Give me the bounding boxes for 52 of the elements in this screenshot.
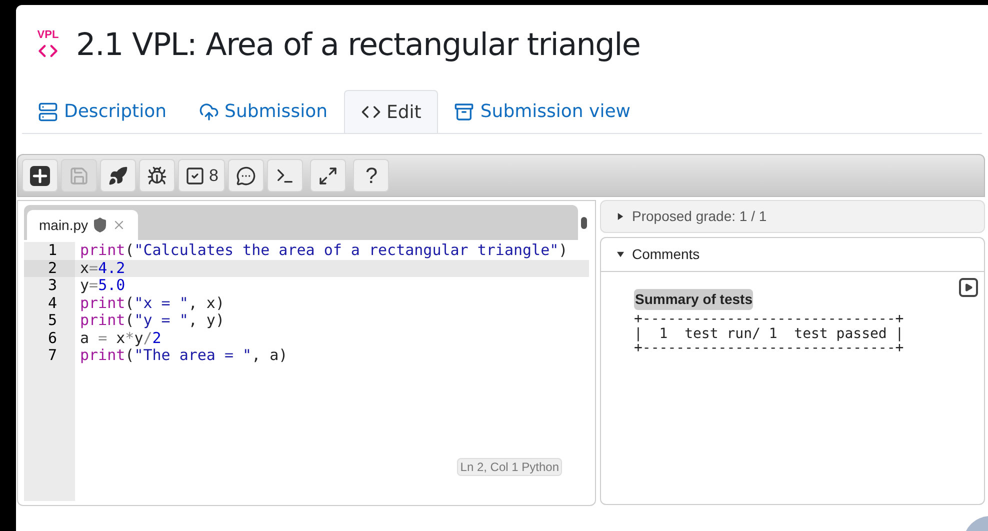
bug-icon (147, 166, 167, 186)
caret-icon (617, 213, 624, 220)
summary-line: +------------------------------+ (634, 341, 905, 356)
code-line: 7 print("The area = ", a) (24, 347, 589, 364)
console-button[interactable] (267, 159, 304, 192)
line-number: 3 (46, 277, 58, 294)
file-name: main.py (39, 216, 88, 235)
archive-icon (454, 102, 474, 122)
summary-line: | 1 test run/ 1 test passed | (634, 326, 905, 341)
list-icon (38, 102, 58, 122)
evaluate-button[interactable]: 8 (178, 159, 226, 192)
fullscreen-button[interactable] (310, 159, 346, 192)
code-line: 5 print("y = ", y) (24, 312, 589, 330)
tab[interactable]: Description (22, 90, 183, 133)
run-button[interactable] (100, 159, 136, 192)
code-line: 3 y=5.0 (24, 277, 589, 294)
speech-bubble-icon (236, 166, 256, 186)
grade-panel[interactable]: Proposed grade: 1 / 1 (600, 200, 985, 233)
expand-icon (318, 166, 338, 186)
grade-label: Proposed grade: 1 / 1 (632, 207, 767, 226)
code-line: 6 a = x*y/2 (24, 330, 589, 347)
rocket-icon (108, 166, 128, 186)
logo-text: VPL (37, 30, 59, 40)
code-line: 4 print("x = ", x) (24, 294, 589, 312)
tab[interactable]: Edit (344, 90, 438, 133)
line-number: 6 (46, 330, 58, 347)
comments-label: Comments (632, 245, 700, 264)
help-button[interactable]: ? (353, 159, 390, 192)
line-number: 1 (46, 242, 58, 260)
add-icon (30, 166, 50, 186)
save-icon (69, 166, 89, 186)
line-number: 2 (24, 260, 75, 277)
tab[interactable]: Submission (182, 90, 344, 133)
comments-header[interactable]: Comments (601, 238, 984, 272)
debug-button[interactable] (139, 159, 175, 192)
line-number: 4 (46, 294, 58, 312)
tab[interactable]: Submission view (438, 90, 647, 133)
file-tab[interactable]: main.py (27, 210, 138, 240)
summary-title: Summary of tests (634, 289, 754, 310)
page-title: 2.1 VPL: Area of a rectangular triangle (76, 26, 640, 65)
caret-icon (617, 251, 624, 258)
comments-button[interactable] (228, 159, 264, 192)
cloud-upload-icon (198, 102, 219, 122)
summary-line: +------------------------------+ (634, 312, 905, 326)
code-line: 1 print("Calculates the area of a rectangular triangle") (24, 242, 589, 260)
checkbox-icon (185, 166, 205, 186)
status-label: Ln 2, Col 1 Python (457, 458, 562, 476)
play-icon[interactable] (959, 278, 978, 297)
shield-icon (92, 217, 108, 233)
line-number: 5 (46, 312, 58, 330)
line-number: 7 (46, 347, 58, 364)
new-button[interactable] (22, 159, 58, 192)
